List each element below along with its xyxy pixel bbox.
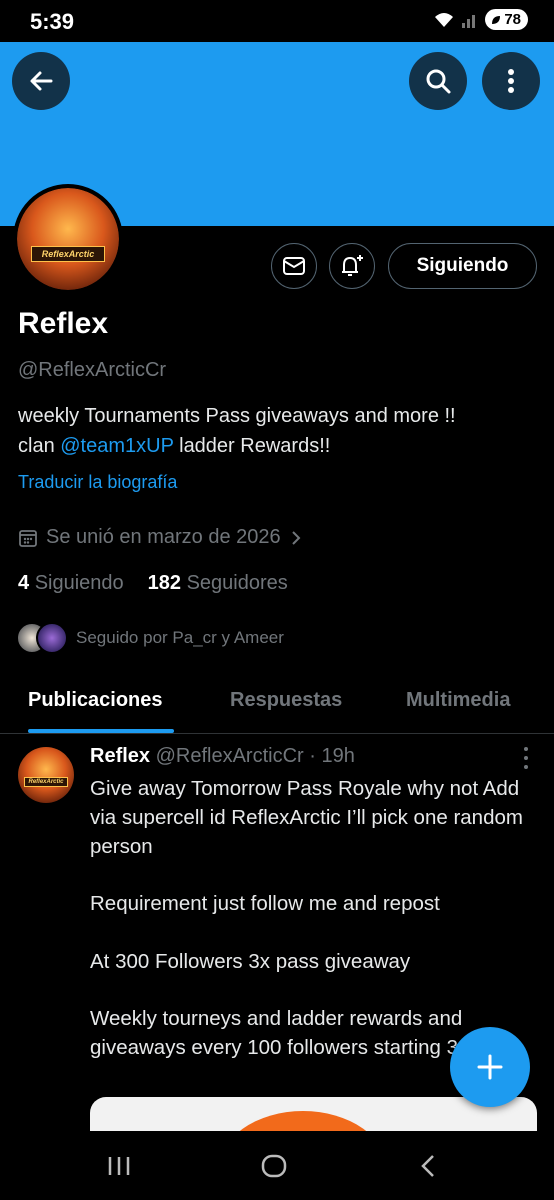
plus-icon	[477, 1054, 503, 1080]
post-header: Reflex @ReflexArcticCr · 19h	[90, 745, 355, 768]
following-count: 4	[18, 572, 30, 594]
status-bar: 5:39 78	[0, 0, 554, 42]
more-vertical-icon	[508, 69, 514, 93]
battery-leaf-icon	[492, 15, 501, 24]
recents-icon[interactable]	[106, 1153, 132, 1179]
profile-handle: @ReflexArcticCr	[18, 359, 167, 381]
followers-label: Seguidores	[186, 572, 288, 594]
compose-button[interactable]	[450, 1027, 530, 1107]
post-text: Give away Tomorrow Pass Royale why not A…	[90, 777, 523, 1060]
message-button[interactable]	[271, 243, 317, 289]
system-nav-bar	[0, 1131, 554, 1200]
calendar-icon	[19, 529, 37, 547]
translate-bio-link[interactable]: Traducir la biografía	[18, 472, 177, 493]
following-label: Siguiendo	[34, 572, 124, 594]
bio-line-1: weekly Tournaments Pass giveaways and mo…	[18, 405, 456, 427]
joined-date[interactable]: Se unió en marzo de 2026	[18, 526, 303, 549]
post-more-icon[interactable]	[520, 747, 532, 769]
status-time: 5:39	[30, 9, 75, 34]
back-chevron-icon[interactable]	[418, 1153, 440, 1179]
tab-respuestas[interactable]: Respuestas	[230, 689, 342, 712]
search-icon	[426, 69, 451, 94]
battery-level: 78	[504, 11, 521, 28]
bell-plus-icon	[342, 255, 363, 276]
bio-line-2: clan @team1xUP ladder Rewards!!	[18, 431, 538, 461]
following-button[interactable]: Siguiendo	[388, 243, 537, 289]
followers-count: 182	[147, 572, 182, 594]
home-icon[interactable]	[260, 1153, 288, 1179]
battery-indicator: 78	[485, 9, 528, 30]
search-button[interactable]	[409, 52, 467, 110]
following-stat[interactable]: 4 Siguiendo	[18, 572, 124, 595]
back-button[interactable]	[12, 52, 70, 110]
profile-tabs: Publicaciones Respuestas Multimedia	[0, 674, 554, 734]
envelope-icon	[283, 257, 305, 275]
profile-name: Reflex	[18, 307, 109, 340]
tab-multimedia[interactable]: Multimedia	[406, 689, 510, 712]
active-tab-indicator	[28, 729, 174, 733]
bio-mention-link[interactable]: @team1xUP	[60, 435, 173, 457]
bio-suffix: ladder Rewards!!	[173, 435, 331, 457]
more-options-button[interactable]	[482, 52, 540, 110]
post-media[interactable]	[90, 1097, 537, 1135]
status-icons: 78	[433, 9, 528, 30]
post-author[interactable]: Reflex	[90, 745, 150, 767]
chevron-right-icon	[291, 530, 301, 545]
signal-icon	[462, 14, 476, 28]
bio-prefix: clan	[18, 435, 61, 457]
joined-text: Se unió en marzo de 2026	[46, 526, 281, 548]
followers-stat[interactable]: 182 Seguidores	[148, 572, 288, 595]
avatar-image: ReflexArctic	[17, 188, 119, 290]
follow-stats: 4 Siguiendo 182 Seguidores	[18, 572, 288, 595]
tab-publicaciones[interactable]: Publicaciones	[28, 689, 163, 712]
followed-by-row[interactable]: Seguido por Pa_cr y Ameer	[16, 622, 284, 654]
wifi-icon	[435, 12, 454, 27]
post-avatar[interactable]: ReflexArctic	[18, 747, 74, 803]
notifications-button[interactable]	[329, 243, 375, 289]
post-handle: @ReflexArcticCr	[155, 745, 304, 767]
avatar-badge-text: ReflexArctic	[31, 246, 105, 262]
profile-bio: weekly Tournaments Pass giveaways and mo…	[18, 401, 538, 461]
post-time: · 19h	[309, 745, 355, 767]
follower-avatar-2	[36, 622, 68, 654]
profile-avatar[interactable]: ReflexArctic	[13, 184, 123, 294]
followed-by-text: Seguido por Pa_cr y Ameer	[76, 628, 284, 647]
follower-avatars	[16, 622, 68, 654]
arrow-left-icon	[30, 71, 53, 91]
post-avatar-badge: ReflexArctic	[24, 777, 68, 787]
